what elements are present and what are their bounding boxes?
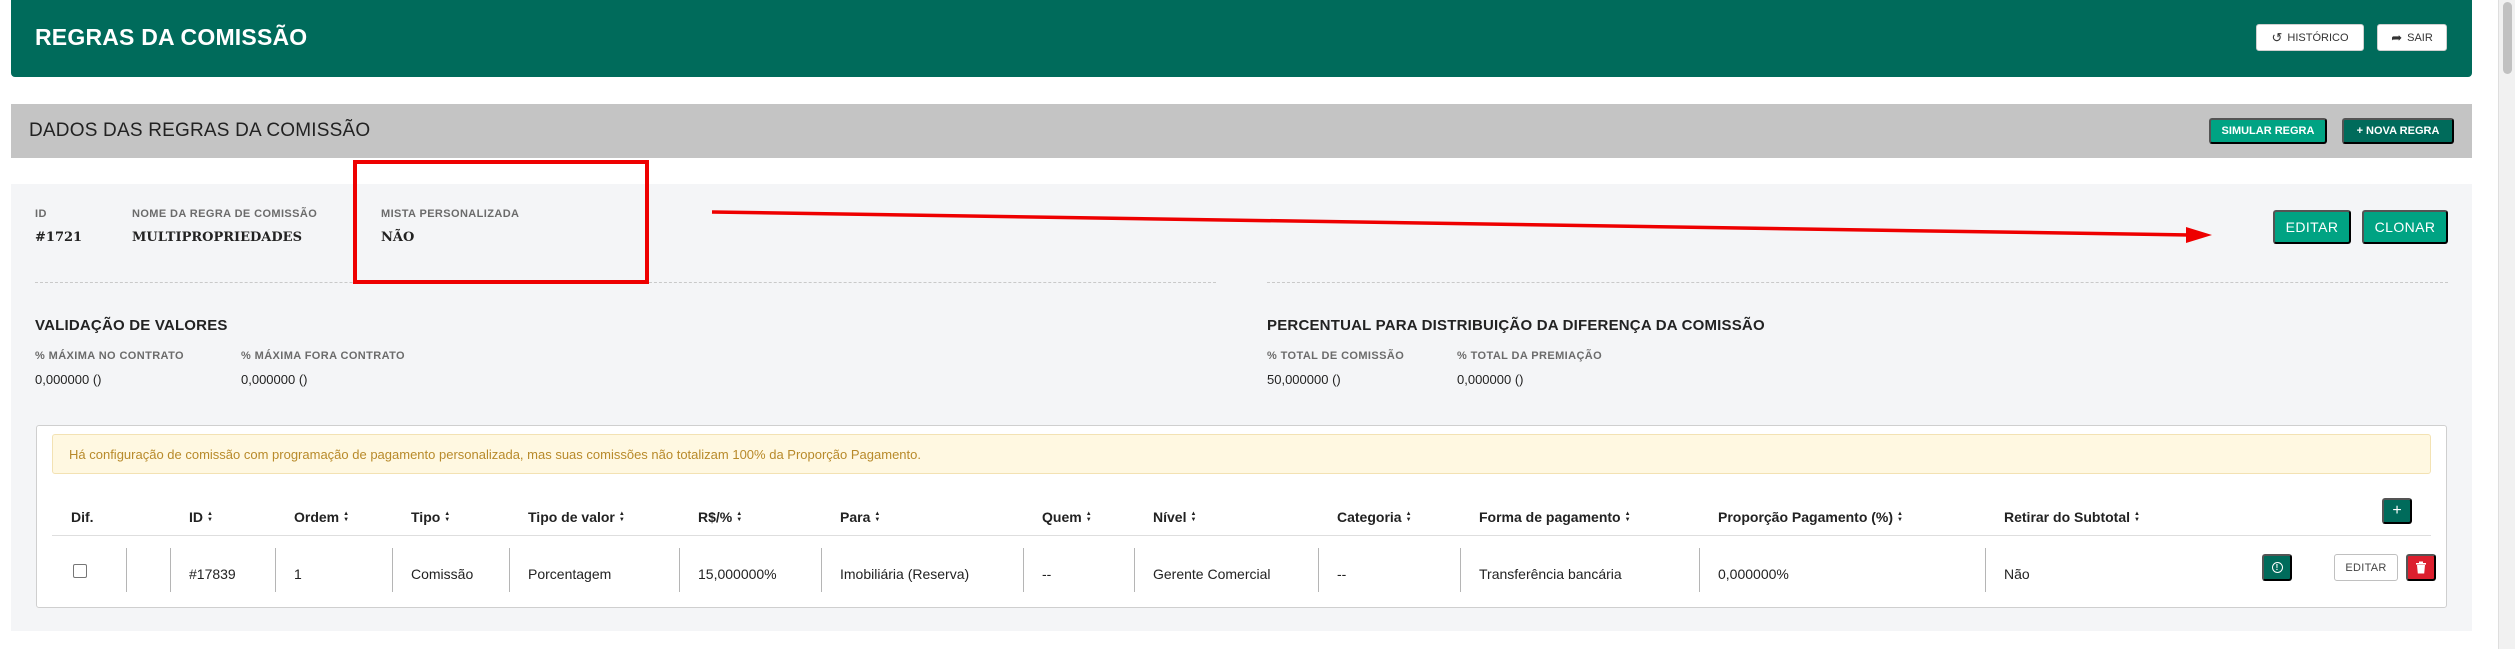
sort-icon: ▲ ▼ [1405, 511, 1412, 523]
total-commission-value: 50,000000 () [1267, 372, 1341, 387]
cell-separator [509, 548, 510, 592]
exit-button[interactable]: ➦ SAIR [2377, 24, 2447, 51]
new-rule-button[interactable]: + NOVA REGRA [2342, 118, 2454, 144]
sort-icon: ▲ ▼ [2134, 511, 2140, 523]
history-label: HISTÓRICO [2287, 31, 2349, 44]
share-icon: ➦ [2391, 30, 2403, 45]
cell-proporcao: 0,000000% [1718, 566, 1789, 582]
cell-categoria: -- [1337, 566, 1347, 582]
row-info-button[interactable]: ! [2262, 554, 2292, 581]
sort-icon: ▲ ▼ [1624, 511, 1631, 523]
col-proporcao[interactable]: Proporção Pagamento (%) ▲ ▼ [1718, 509, 1903, 525]
col-ordem[interactable]: Ordem ▲ ▼ [294, 509, 349, 525]
sort-icon: ▲ ▼ [618, 511, 625, 523]
cell-separator [1460, 548, 1461, 592]
clone-button[interactable]: CLONAR [2362, 210, 2448, 244]
col-tipo[interactable]: Tipo ▲ ▼ [411, 509, 450, 525]
rule-name-label: NOME DA REGRA DE COMISSÃO [132, 208, 318, 220]
cell-separator [821, 548, 822, 592]
edit-button[interactable]: EDITAR [2273, 210, 2351, 244]
section-title: DADOS DAS REGRAS DA COMISSÃO [29, 120, 371, 141]
simulate-rule-button[interactable]: SIMULAR REGRA [2209, 118, 2327, 144]
annotation-box [353, 160, 649, 284]
sort-icon: ▲ ▼ [1085, 511, 1092, 523]
cell-nivel: Gerente Comercial [1153, 566, 1271, 582]
cell-separator [1318, 548, 1319, 592]
col-dif: Dif. [71, 509, 94, 525]
col-id[interactable]: ID ▲ ▼ [189, 509, 213, 525]
max-contract-value: 0,000000 () [35, 372, 102, 387]
cell-separator [275, 548, 276, 592]
section-bar: DADOS DAS REGRAS DA COMISSÃO SIMULAR REG… [11, 104, 2472, 158]
total-award-label: % TOTAL DA PREMIAÇÃO [1457, 350, 1603, 362]
cell-separator [1985, 548, 1986, 592]
exit-label: SAIR [2407, 31, 2433, 44]
sort-icon: ▲ ▼ [1897, 511, 1903, 523]
cell-para: Imobiliária (Reserva) [840, 566, 970, 582]
add-row-button[interactable]: + [2382, 498, 2412, 524]
rule-name-value: MULTIPROPRIEDADES [132, 230, 302, 245]
row-delete-button[interactable] [2406, 554, 2436, 581]
col-quem[interactable]: Quem ▲ ▼ [1042, 509, 1092, 525]
total-commission-label: % TOTAL DE COMISSÃO [1267, 350, 1405, 362]
sort-icon: ▲ ▼ [343, 511, 350, 523]
cell-valor: 15,000000% [698, 566, 777, 582]
page-scrollbar[interactable] [2498, 0, 2515, 649]
col-para[interactable]: Para ▲ ▼ [840, 509, 880, 525]
cell-tipo-valor: Porcentagem [528, 566, 612, 582]
max-contract-label: % MÁXIMA NO CONTRATO [35, 350, 184, 362]
page-header: REGRAS DA COMISSÃO ↺ HISTÓRICO ➦ SAIR [11, 0, 2472, 77]
col-valor[interactable]: R$/% ▲ ▼ [698, 509, 742, 525]
cell-ordem: 1 [294, 566, 302, 582]
cell-separator [679, 548, 680, 592]
header-divider [52, 535, 2431, 536]
cell-tipo: Comissão [411, 566, 474, 582]
max-outside-label: % MÁXIMA FORA CONTRATO [241, 350, 406, 362]
col-forma-pagamento[interactable]: Forma de pagamento ▲ ▼ [1479, 509, 1631, 525]
divider-right [1267, 282, 2448, 283]
warning-alert: Há configuração de comissão com programa… [52, 434, 2431, 474]
cell-quem: -- [1042, 566, 1052, 582]
row-edit-button[interactable]: EDITAR [2334, 554, 2398, 581]
trash-icon [2416, 561, 2426, 574]
id-value: #1721 [35, 230, 83, 245]
total-award-value: 0,000000 () [1457, 372, 1524, 387]
col-categoria[interactable]: Categoria ▲ ▼ [1337, 509, 1412, 525]
col-retirar[interactable]: Retirar do Subtotal ▲ ▼ [2004, 509, 2140, 525]
id-label: ID [35, 208, 47, 220]
sort-icon: ▲ ▼ [736, 511, 743, 523]
max-outside-value: 0,000000 () [241, 372, 308, 387]
cell-separator [1134, 548, 1135, 592]
distribution-title: PERCENTUAL PARA DISTRIBUIÇÃO DA DIFERENÇ… [1267, 317, 1765, 334]
cell-separator [392, 548, 393, 592]
cell-separator [170, 548, 171, 592]
row-checkbox[interactable] [73, 564, 87, 578]
history-icon: ↺ [2271, 30, 2283, 45]
validation-title: VALIDAÇÃO DE VALORES [35, 317, 228, 334]
cell-separator [126, 548, 127, 592]
cell-separator [1699, 548, 1700, 592]
info-icon: ! [2271, 562, 2283, 573]
rules-table: Há configuração de comissão com programa… [36, 425, 2447, 608]
sort-icon: ▲ ▼ [874, 511, 881, 523]
history-button[interactable]: ↺ HISTÓRICO [2256, 24, 2364, 51]
page-title: REGRAS DA COMISSÃO [35, 24, 308, 50]
sort-icon: ▲ ▼ [1190, 511, 1197, 523]
sort-icon: ▲ ▼ [207, 511, 213, 523]
cell-separator [1023, 548, 1024, 592]
scrollbar-thumb[interactable] [2503, 2, 2512, 74]
cell-id: #17839 [189, 566, 236, 582]
col-tipo-valor[interactable]: Tipo de valor ▲ ▼ [528, 509, 625, 525]
cell-retirar: Não [2004, 566, 2030, 582]
cell-forma-pagamento: Transferência bancária [1479, 566, 1622, 582]
sort-icon: ▲ ▼ [444, 511, 451, 523]
col-nivel[interactable]: Nível ▲ ▼ [1153, 509, 1196, 525]
